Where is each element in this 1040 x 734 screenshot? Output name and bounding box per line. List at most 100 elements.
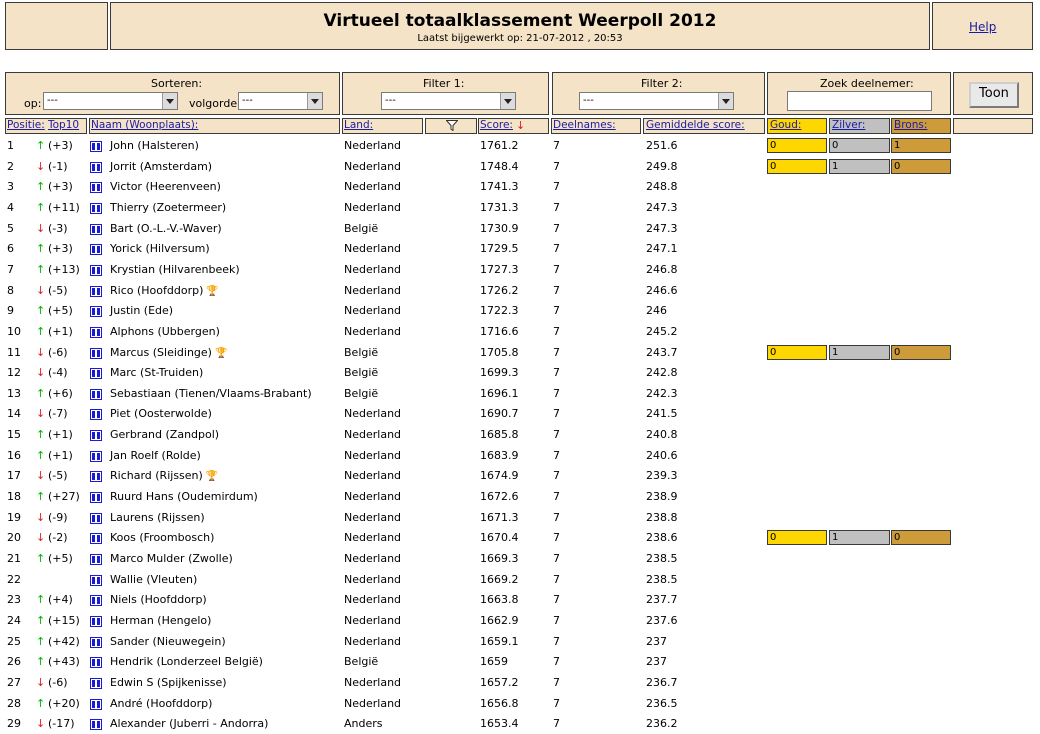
participations-cell: 7	[553, 262, 560, 276]
profile-icon[interactable]	[90, 244, 102, 256]
profile-icon[interactable]	[90, 182, 102, 194]
country-cell: Nederland	[344, 552, 402, 565]
arrow-down-icon: ↓	[36, 407, 46, 421]
position-cell: 23	[7, 593, 21, 607]
avg-score-cell: 238.6	[646, 531, 678, 545]
sort-by-bronze-link[interactable]: Brons:	[894, 119, 927, 131]
participations-cell: 7	[553, 717, 560, 731]
score-cell: 1663.8	[480, 593, 519, 607]
profile-icon[interactable]	[90, 719, 102, 731]
participations-cell: 7	[553, 304, 560, 318]
score-cell: 1726.2	[480, 283, 519, 297]
rank-change: (+20)	[48, 696, 80, 710]
profile-icon[interactable]	[90, 698, 102, 710]
participant-name: Piet (Oosterwolde)	[110, 407, 212, 420]
profile-icon[interactable]	[90, 554, 102, 565]
sort-by-score-link[interactable]: Score:	[480, 119, 513, 131]
participant-name-text: Victor (Heerenveen)	[110, 180, 221, 194]
trophy-icon: 🏆	[206, 285, 219, 297]
arrow-down-icon: ↓	[36, 283, 46, 297]
profile-icon[interactable]	[90, 471, 102, 483]
rank-change: (+13)	[48, 262, 80, 276]
profile-icon[interactable]	[90, 306, 102, 318]
filter-funnel-icon[interactable]	[445, 120, 459, 134]
participant-name: Marc (St-Truiden)	[110, 366, 203, 379]
profile-icon[interactable]	[90, 223, 102, 235]
sort-by-avg-link[interactable]: Gemiddelde score:	[646, 119, 745, 131]
country-cell: Nederland	[344, 283, 402, 297]
score-cell: 1729.5	[480, 242, 519, 256]
country-cell: Nederland	[344, 180, 402, 194]
profile-icon[interactable]	[90, 615, 102, 627]
profile-icon[interactable]	[90, 492, 102, 504]
country-cell: Nederland	[344, 613, 402, 627]
score-cell: 1685.8	[480, 428, 519, 442]
sort-by-silver-link[interactable]: Zilver:	[832, 119, 865, 131]
table-row: 21 ↑ (+5) Marco Mulder (Zwolle) Nederland 166…	[0, 549, 1040, 569]
profile-icon[interactable]	[90, 677, 102, 689]
sort-by-participations-link[interactable]: Deelnames:	[553, 119, 616, 131]
search-input[interactable]	[787, 91, 932, 111]
participant-name-text: Alexander (Juberri - Andorra)	[110, 717, 269, 731]
profile-icon[interactable]	[90, 636, 102, 648]
country-cell: België	[344, 221, 379, 235]
arrow-up-icon: ↑	[36, 593, 46, 607]
sort-by-gold-link[interactable]: Goud:	[770, 119, 801, 131]
rank-change: (-6)	[48, 675, 68, 689]
position-cell: 21	[7, 552, 21, 565]
profile-icon[interactable]	[90, 574, 102, 586]
filter1-select[interactable]: ---	[381, 92, 516, 110]
profile-icon[interactable]	[90, 285, 102, 297]
arrow-up-icon: ↑	[36, 613, 46, 627]
show-button[interactable]: Toon	[969, 82, 1019, 108]
sort-by-name-link[interactable]: Naam (Woonplaats):	[91, 119, 198, 131]
sort-by-position-link[interactable]: Positie:	[7, 119, 45, 131]
profile-icon[interactable]	[90, 202, 102, 214]
profile-icon[interactable]	[90, 141, 102, 152]
avg-score-cell: 241.5	[646, 407, 678, 421]
participant-name: Sander (Nieuwegein)	[110, 635, 226, 648]
sort-by-top10-link[interactable]: Top10	[48, 119, 79, 131]
silver-count: 1	[829, 344, 890, 360]
profile-icon[interactable]	[90, 533, 102, 545]
table-row: 7 ↑ (+13) Krystian (Hilvarenbeek) Nederland 1…	[0, 260, 1040, 280]
score-cell: 1674.9	[480, 469, 519, 483]
profile-icon[interactable]	[90, 512, 102, 524]
table-row: 3 ↑ (+3) Victor (Heerenveen) Nederland 1741.3…	[0, 177, 1040, 197]
sort-order-select[interactable]: ---	[238, 92, 323, 110]
sort-field-select[interactable]: ---	[43, 92, 178, 110]
participant-name: Jan Roelf (Rolde)	[110, 449, 201, 462]
sort-by-country-link[interactable]: Land:	[344, 119, 373, 131]
profile-icon[interactable]	[90, 388, 102, 400]
position-cell: 10	[7, 324, 21, 338]
arrow-up-icon: ↑	[36, 655, 46, 669]
filter2-panel: Filter 2: ---	[552, 72, 765, 115]
position-cell: 28	[7, 696, 21, 710]
help-link[interactable]: Help	[969, 20, 996, 34]
participant-name: Jorrit (Amsterdam)	[110, 160, 212, 173]
avg-score-cell: 246.8	[646, 262, 678, 276]
score-cell: 1722.3	[480, 304, 519, 318]
profile-icon[interactable]	[90, 347, 102, 359]
profile-icon[interactable]	[90, 264, 102, 276]
avg-score-cell: 246.6	[646, 283, 678, 297]
rank-change: (-17)	[48, 717, 75, 731]
profile-icon[interactable]	[90, 161, 102, 173]
profile-icon[interactable]	[90, 657, 102, 669]
gold-count: 0	[767, 344, 827, 360]
profile-icon[interactable]	[90, 430, 102, 442]
participant-name: Koos (Froombosch)	[110, 531, 214, 544]
rank-change: (-2)	[48, 531, 68, 545]
position-cell: 24	[7, 613, 21, 627]
avg-score-cell: 245.2	[646, 324, 678, 338]
profile-icon[interactable]	[90, 595, 102, 607]
filter2-select[interactable]: ---	[579, 92, 734, 110]
op-label: op:	[24, 97, 42, 110]
participant-name: Rico (Hoofddorp) 🏆	[110, 284, 219, 297]
profile-icon[interactable]	[90, 326, 102, 338]
profile-icon[interactable]	[90, 409, 102, 421]
rank-change: (-4)	[48, 366, 68, 380]
profile-icon[interactable]	[90, 368, 102, 380]
country-cell: Nederland	[344, 469, 402, 483]
profile-icon[interactable]	[90, 450, 102, 462]
